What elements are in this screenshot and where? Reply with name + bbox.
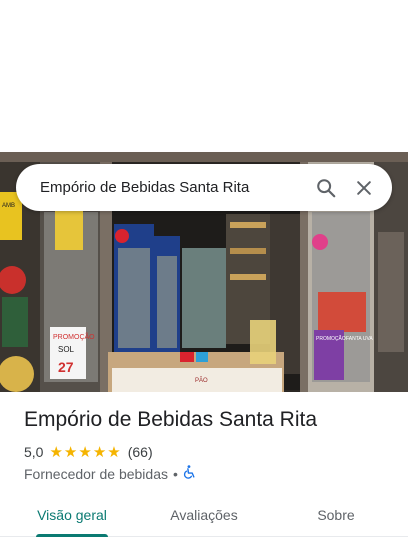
tab-overview[interactable]: Visão geral — [0, 494, 144, 537]
place-category: Fornecedor de bebidas — [24, 465, 168, 482]
close-icon[interactable] — [352, 176, 376, 200]
search-bar[interactable]: Empório de Bebidas Santa Rita — [16, 164, 392, 211]
place-title: Empório de Bebidas Santa Rita — [24, 408, 318, 431]
place-tabs: Visão geral Avaliações Sobre — [0, 494, 408, 537]
sign-price: 27 — [58, 359, 74, 375]
review-count[interactable]: (66) — [128, 444, 153, 460]
tab-overview-label: Visão geral — [37, 507, 107, 523]
rating-row[interactable]: 5,0 ★ ★ ★ ★ ★ (66) — [24, 444, 153, 460]
tab-reviews[interactable]: Avaliações — [144, 494, 264, 536]
tab-about-label: Sobre — [317, 507, 355, 523]
wheelchair-accessible-icon — [183, 465, 196, 482]
star-icon: ★ — [63, 443, 78, 461]
active-tab-indicator — [36, 534, 108, 537]
search-input[interactable]: Empório de Bebidas Santa Rita — [16, 179, 314, 196]
tab-reviews-label: Avaliações — [170, 507, 238, 523]
rating-value: 5,0 — [24, 444, 44, 460]
star-icon: ★ — [107, 443, 121, 461]
star-rating: ★ ★ ★ ★ ★ — [49, 445, 121, 460]
star-icon: ★ — [49, 443, 63, 461]
category-row: Fornecedor de bebidas • — [24, 465, 196, 482]
separator-dot: • — [173, 465, 178, 482]
star-icon: ★ — [92, 443, 107, 461]
sign-fanta-uva: FANTA UVA — [346, 336, 373, 342]
sign-promocao-right: PROMOÇÃO — [316, 335, 346, 342]
star-icon: ★ — [78, 443, 92, 461]
sign-promocao-left: PROMOÇÃO — [53, 332, 95, 341]
sign-pao: PÃO — [195, 377, 208, 384]
sign-sol: SOL — [58, 345, 75, 354]
tab-about[interactable]: Sobre — [264, 494, 408, 536]
search-icon[interactable] — [314, 176, 338, 200]
sign-amb: AMB — [2, 203, 15, 209]
